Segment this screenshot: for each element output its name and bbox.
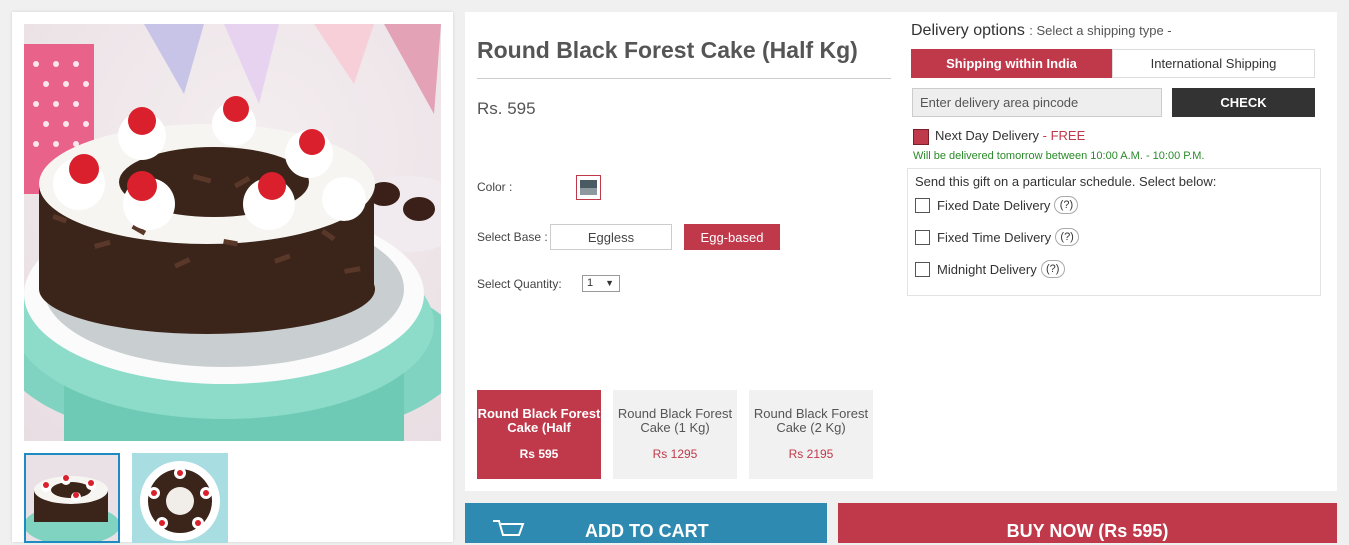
help-icon[interactable]: (?) [1040,260,1065,278]
product-price: Rs. 595 [477,99,536,118]
base-option-egg-based[interactable]: Egg-based [684,224,780,250]
variant-price: Rs 2195 [788,447,834,461]
variant-1-kg[interactable]: Round Black Forest Cake (1 Kg) Rs 1295 [613,390,737,479]
thumbnail-2[interactable] [132,453,228,543]
help-icon[interactable]: (?) [1055,228,1080,246]
add-to-cart-button[interactable]: ADD TO CART [465,503,827,543]
pincode-input[interactable]: Enter delivery area pincode [912,88,1162,117]
midnight-label: Midnight Delivery [937,261,1037,277]
schedule-title: Send this gift on a particular schedule.… [915,174,1217,189]
delivery-heading-text: Delivery options [911,22,1025,39]
fixed-date-label: Fixed Date Delivery [937,197,1051,213]
next-day-delivery: Next Day Delivery - FREE [935,128,1085,143]
base-label: Select Base : [477,230,548,244]
quantity-select[interactable]: 1 ▼ [582,275,620,292]
midnight-option[interactable]: Midnight Delivery (?) [915,260,1065,278]
quantity-value: 1 [587,277,594,289]
fixed-time-option[interactable]: Fixed Time Delivery (?) [915,228,1080,246]
color-swatch-fill [580,180,597,195]
help-icon[interactable]: (?) [1054,196,1079,214]
delivery-subheading: : Select a shipping type - [1029,23,1172,38]
variant-name: Round Black Forest Cake (1 Kg) [617,407,733,435]
color-label: Color : [477,180,513,194]
variant-price: Rs 595 [519,447,559,461]
product-panel: Round Black Forest Cake (Half Kg) Rs. 59… [465,12,1337,491]
variant-half-kg[interactable]: Round Black Forest Cake (Half Rs 595 [477,390,601,479]
variant-name: Round Black Forest Cake (Half [477,407,601,435]
next-day-checkbox[interactable] [913,129,929,145]
check-button[interactable]: CHECK [1172,88,1315,117]
fixed-time-label: Fixed Time Delivery [937,229,1052,245]
fixed-date-checkbox[interactable] [915,197,930,213]
quantity-label: Select Quantity: [477,277,562,291]
next-day-free: - FREE [1039,128,1086,143]
midnight-checkbox[interactable] [915,261,930,277]
fixed-date-option[interactable]: Fixed Date Delivery (?) [915,196,1079,214]
tab-shipping-within-india[interactable]: Shipping within India [911,49,1112,78]
product-title: Round Black Forest Cake (Half Kg) [477,37,891,79]
variant-price: Rs 1295 [652,447,698,461]
buy-now-label: BUY NOW (Rs 595) [1006,521,1169,541]
fixed-time-checkbox[interactable] [915,229,930,245]
tab-international-shipping[interactable]: International Shipping [1112,49,1315,78]
next-day-label: Next Day Delivery [935,128,1040,143]
caret-down-icon: ▼ [605,278,614,288]
buy-now-button[interactable]: BUY NOW (Rs 595) [838,503,1337,543]
next-day-note: Will be delivered tomorrow between 10:00… [913,150,1205,162]
color-swatch[interactable] [576,175,601,200]
variant-name: Round Black Forest Cake (2 Kg) [753,407,869,435]
main-product-image[interactable] [24,24,441,441]
thumbnail-1[interactable] [24,453,120,543]
base-option-eggless[interactable]: Eggless [550,224,672,250]
delivery-heading: Delivery options : Select a shipping typ… [911,22,1172,40]
product-gallery [12,12,453,543]
variant-2-kg[interactable]: Round Black Forest Cake (2 Kg) Rs 2195 [749,390,873,479]
schedule-box: Send this gift on a particular schedule.… [907,168,1321,296]
